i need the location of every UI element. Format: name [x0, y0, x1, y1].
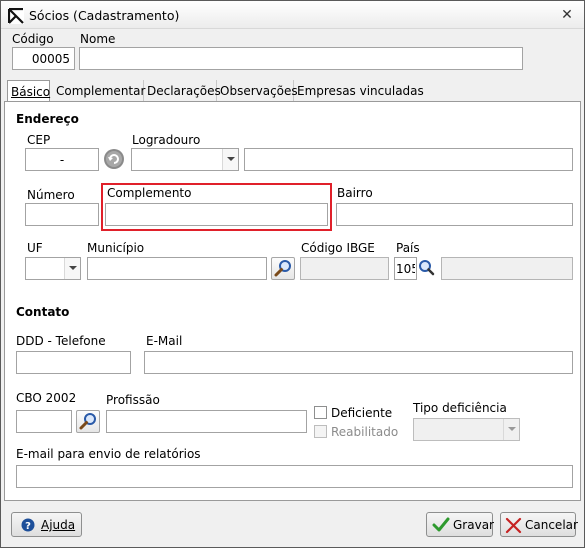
- email-relatorios-label: E-mail para envio de relatórios: [16, 447, 201, 461]
- deficiente-checkbox[interactable]: [314, 406, 327, 419]
- close-icon: ✕: [561, 7, 573, 23]
- cbo-input[interactable]: [16, 410, 72, 433]
- ddd-telefone-label: DDD - Telefone: [16, 334, 106, 348]
- tab-complementar[interactable]: Complementar: [53, 80, 145, 102]
- logradouro-input[interactable]: [244, 148, 573, 171]
- municipio-label: Município: [87, 241, 145, 255]
- codigo-input[interactable]: [12, 47, 75, 70]
- pais-search-button[interactable]: [417, 257, 437, 280]
- tab-basico[interactable]: Básico: [7, 80, 50, 103]
- app-logo-icon: [8, 8, 24, 24]
- cbo-search-button[interactable]: [76, 410, 100, 433]
- nome-label: Nome: [80, 32, 116, 46]
- check-icon: [432, 517, 450, 532]
- gravar-button[interactable]: Gravar: [426, 512, 494, 537]
- reabilitado-label: Reabilitado: [331, 425, 399, 439]
- numero-input[interactable]: [25, 203, 99, 226]
- logradouro-type-select[interactable]: [131, 148, 239, 171]
- profissao-label: Profissão: [106, 393, 160, 407]
- pais-name-input: [441, 257, 573, 280]
- search-icon: [419, 260, 435, 276]
- telefone-input[interactable]: [16, 351, 131, 374]
- codigo-ibge-input: [300, 257, 389, 280]
- municipio-input[interactable]: [87, 257, 267, 280]
- window-title: Sócios (Cadastramento): [29, 8, 180, 23]
- cep-label: CEP: [27, 133, 51, 147]
- deficiente-label: Deficiente: [331, 406, 393, 420]
- tipo-deficiencia-select: [413, 418, 520, 441]
- bairro-label: Bairro: [337, 186, 373, 200]
- nome-input[interactable]: [79, 47, 523, 70]
- socios-window: Sócios (Cadastramento) ✕ Código Nome Bás…: [0, 0, 585, 548]
- contato-section-label: Contato: [16, 305, 70, 319]
- cep-lookup-button[interactable]: [103, 148, 127, 171]
- codigo-label: Código: [12, 32, 54, 46]
- endereco-section-label: Endereço: [16, 112, 79, 126]
- x-icon: [505, 517, 522, 534]
- refresh-icon: [104, 149, 124, 169]
- reabilitado-checkbox: [314, 425, 327, 438]
- complemento-input[interactable]: [105, 203, 328, 226]
- tipo-deficiencia-label: Tipo deficiência: [413, 401, 507, 415]
- search-icon: [79, 413, 96, 430]
- chevron-down-icon: [222, 149, 238, 170]
- cancelar-button[interactable]: Cancelar: [500, 512, 578, 537]
- close-button[interactable]: ✕: [559, 7, 575, 23]
- tab-observacoes[interactable]: Observações: [217, 80, 298, 102]
- cbo-label: CBO 2002: [16, 391, 77, 405]
- email-label: E-Mail: [146, 334, 183, 348]
- email-input[interactable]: [144, 351, 573, 374]
- cep-input[interactable]: [25, 148, 99, 171]
- tab-declaracoes[interactable]: Declarações: [144, 80, 221, 102]
- numero-label: Número: [27, 188, 75, 202]
- pais-code-input[interactable]: [394, 257, 417, 280]
- chevron-down-icon: [503, 419, 519, 440]
- profissao-input[interactable]: [106, 410, 307, 433]
- bairro-input[interactable]: [336, 203, 573, 226]
- tab-empresas-vinculadas[interactable]: Empresas vinculadas: [294, 80, 424, 102]
- chevron-down-icon: [64, 258, 80, 279]
- logradouro-label: Logradouro: [132, 133, 201, 147]
- pais-label: País: [396, 241, 420, 255]
- help-icon: ?: [21, 518, 35, 532]
- uf-label: UF: [27, 241, 43, 255]
- svg-text:?: ?: [25, 521, 31, 532]
- uf-select[interactable]: [25, 257, 81, 280]
- codigo-ibge-label: Código IBGE: [301, 241, 375, 255]
- complemento-label: Complemento: [107, 186, 192, 200]
- municipio-search-button[interactable]: [271, 257, 295, 280]
- email-relatorios-input[interactable]: [16, 465, 573, 488]
- search-icon: [274, 260, 291, 277]
- title-bar: Sócios (Cadastramento) ✕: [1, 1, 584, 29]
- ajuda-button[interactable]: ? Ajuda: [11, 512, 82, 537]
